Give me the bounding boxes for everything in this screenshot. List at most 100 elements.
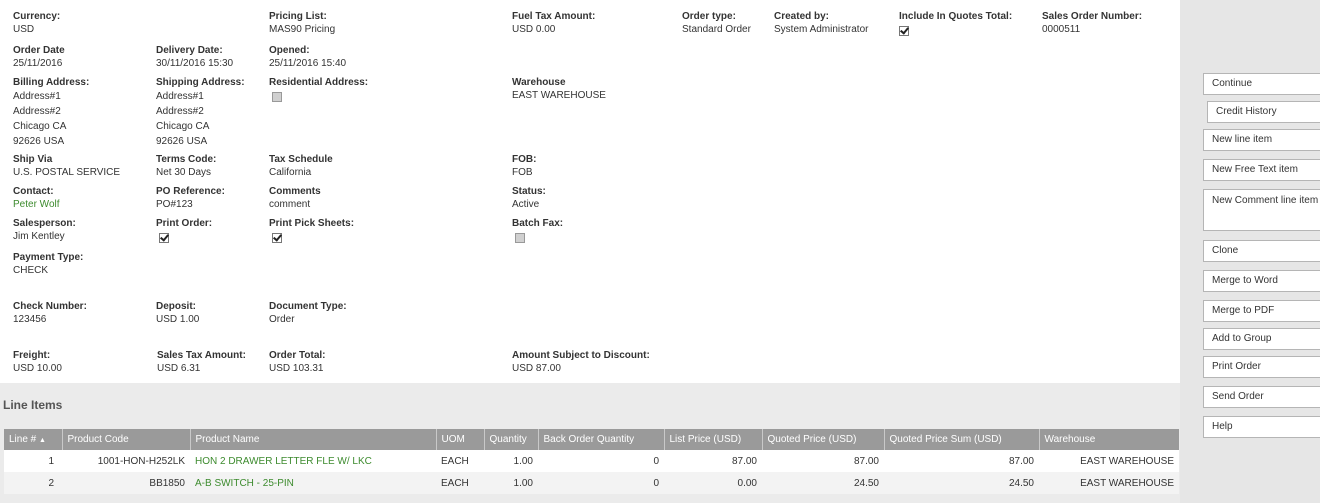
add-to-group-button[interactable]: Add to Group — [1203, 328, 1320, 350]
shipping-address-lines: Address#1 Address#2 Chicago CA 92626 USA — [156, 89, 245, 149]
contact-label: Contact: — [13, 186, 54, 197]
column-header-product-name[interactable]: Product Name — [190, 429, 437, 450]
created-by-label: Created by: — [774, 11, 830, 22]
residential-address-checkbox[interactable] — [272, 92, 282, 102]
delivery-date-field: Delivery Date: 30/11/2016 15:30 — [156, 44, 233, 70]
amount-subject-discount-label: Amount Subject to Discount: — [512, 350, 650, 361]
sales-tax-value: USD 6.31 — [157, 363, 201, 374]
batch-fax-checkbox[interactable] — [515, 233, 525, 243]
cell-quantity: 1.00 — [484, 472, 538, 494]
cell-list-price: 87.00 — [664, 450, 762, 472]
comments-value: comment — [269, 199, 311, 210]
column-header-warehouse[interactable]: Warehouse — [1039, 429, 1179, 450]
shipping-address-field: Shipping Address: Address#1 Address#2 Ch… — [156, 76, 245, 149]
tax-schedule-value: California — [269, 167, 312, 178]
opened-label: Opened: — [269, 45, 310, 56]
warehouse-label: Warehouse — [512, 77, 566, 88]
residential-address-field: Residential Address: — [269, 76, 368, 102]
salesperson-value: Jim Kentley — [13, 231, 65, 242]
billing-address-label: Billing Address: — [13, 77, 90, 88]
cell-back-order-quantity: 0 — [538, 472, 664, 494]
column-header-quoted-price[interactable]: Quoted Price (USD) — [762, 429, 885, 450]
deposit-value: USD 1.00 — [156, 314, 200, 325]
payment-type-field: Payment Type: CHECK — [13, 251, 83, 277]
warehouse-value: EAST WAREHOUSE — [512, 90, 606, 101]
fob-value: FOB — [512, 167, 533, 178]
ship-via-label: Ship Via — [13, 154, 53, 165]
include-quotes-checkbox[interactable] — [899, 26, 909, 36]
merge-to-word-button[interactable]: Merge to Word — [1203, 270, 1320, 292]
help-button[interactable]: Help — [1203, 416, 1320, 438]
billing-address-line: Address#1 — [13, 91, 61, 102]
billing-address-lines: Address#1 Address#2 Chicago CA 92626 USA — [13, 89, 89, 149]
order-date-value: 25/11/2016 — [13, 58, 63, 69]
clone-button[interactable]: Clone — [1203, 240, 1320, 262]
pricing-list-value: MAS90 Pricing — [269, 24, 336, 35]
new-free-text-item-button[interactable]: New Free Text item — [1203, 159, 1320, 181]
opened-value: 25/11/2016 15:40 — [269, 58, 347, 69]
billing-address-line: Chicago CA — [13, 121, 67, 132]
product-name-link[interactable]: HON 2 DRAWER LETTER FLE W/ LKC — [190, 450, 436, 472]
column-header-quoted-price-sum[interactable]: Quoted Price Sum (USD) — [884, 429, 1040, 450]
send-order-button[interactable]: Send Order — [1203, 386, 1320, 408]
order-total-field: Order Total: USD 103.31 — [269, 349, 325, 375]
column-header-line-number[interactable]: Line # ▲ — [4, 429, 63, 450]
salesperson-field: Salesperson: Jim Kentley — [13, 217, 76, 243]
print-pick-sheets-field: Print Pick Sheets: — [269, 217, 354, 243]
merge-to-pdf-button[interactable]: Merge to PDF — [1203, 300, 1320, 322]
print-order-label: Print Order: — [156, 218, 213, 229]
shipping-address-label: Shipping Address: — [156, 77, 245, 88]
new-comment-line-item-button[interactable]: New Comment line item — [1203, 189, 1320, 231]
cell-quoted-price: 87.00 — [762, 450, 884, 472]
table-header-row: Line # ▲ Product Code Product Name UOM Q… — [4, 429, 1179, 450]
column-header-back-order-quantity[interactable]: Back Order Quantity — [538, 429, 665, 450]
line-items-title: Line Items — [3, 398, 63, 412]
order-date-label: Order Date — [13, 45, 65, 56]
status-label: Status: — [512, 186, 546, 197]
deposit-field: Deposit: USD 1.00 — [156, 300, 199, 326]
cell-quoted-price-sum: 87.00 — [884, 450, 1039, 472]
batch-fax-field: Batch Fax: — [512, 217, 563, 243]
line-items-table: Line # ▲ Product Code Product Name UOM Q… — [4, 429, 1179, 494]
column-header-quantity[interactable]: Quantity — [484, 429, 539, 450]
ship-via-field: Ship Via U.S. POSTAL SERVICE — [13, 153, 120, 179]
created-by-value: System Administrator — [774, 24, 869, 35]
print-order-button[interactable]: Print Order — [1203, 356, 1320, 378]
order-type-value: Standard Order — [682, 24, 751, 35]
continue-button[interactable]: Continue — [1203, 73, 1320, 95]
cell-list-price: 0.00 — [664, 472, 762, 494]
tax-schedule-label: Tax Schedule — [269, 154, 333, 165]
shipping-address-line: Address#2 — [156, 106, 204, 117]
warehouse-field: Warehouse EAST WAREHOUSE — [512, 76, 606, 102]
new-line-item-button[interactable]: New line item — [1203, 129, 1320, 151]
terms-code-value: Net 30 Days — [156, 167, 212, 178]
product-name-link[interactable]: A-B SWITCH - 25-PIN — [190, 472, 436, 494]
order-total-label: Order Total: — [269, 350, 326, 361]
contact-link[interactable]: Peter Wolf — [13, 198, 60, 211]
po-reference-field: PO Reference: PO#123 — [156, 185, 225, 211]
print-pick-sheets-checkbox[interactable] — [272, 233, 282, 243]
fuel-tax-value: USD 0.00 — [512, 24, 556, 35]
fob-field: FOB: FOB — [512, 153, 536, 179]
amount-subject-discount-value: USD 87.00 — [512, 363, 561, 374]
currency-label: Currency: — [13, 11, 61, 22]
fuel-tax-label: Fuel Tax Amount: — [512, 11, 596, 22]
column-header-list-price[interactable]: List Price (USD) — [664, 429, 763, 450]
sales-order-number-field: Sales Order Number: 0000511 — [1042, 10, 1142, 36]
sales-tax-field: Sales Tax Amount: USD 6.31 — [157, 349, 246, 375]
opened-field: Opened: 25/11/2016 15:40 — [269, 44, 346, 70]
sales-tax-label: Sales Tax Amount: — [157, 350, 246, 361]
deposit-label: Deposit: — [156, 301, 196, 312]
print-order-checkbox[interactable] — [159, 233, 169, 243]
column-header-uom[interactable]: UOM — [436, 429, 485, 450]
sales-order-number-value: 0000511 — [1042, 24, 1081, 35]
column-header-product-code[interactable]: Product Code — [62, 429, 191, 450]
ship-via-value: U.S. POSTAL SERVICE — [13, 167, 121, 178]
terms-code-label: Terms Code: — [156, 154, 217, 165]
cell-quantity: 1.00 — [484, 450, 538, 472]
shipping-address-line: Chicago CA — [156, 121, 210, 132]
cell-quoted-price: 24.50 — [762, 472, 884, 494]
status-value: Active — [512, 199, 540, 210]
credit-history-button[interactable]: Credit History — [1207, 101, 1320, 123]
shipping-address-line: 92626 USA — [156, 136, 208, 147]
